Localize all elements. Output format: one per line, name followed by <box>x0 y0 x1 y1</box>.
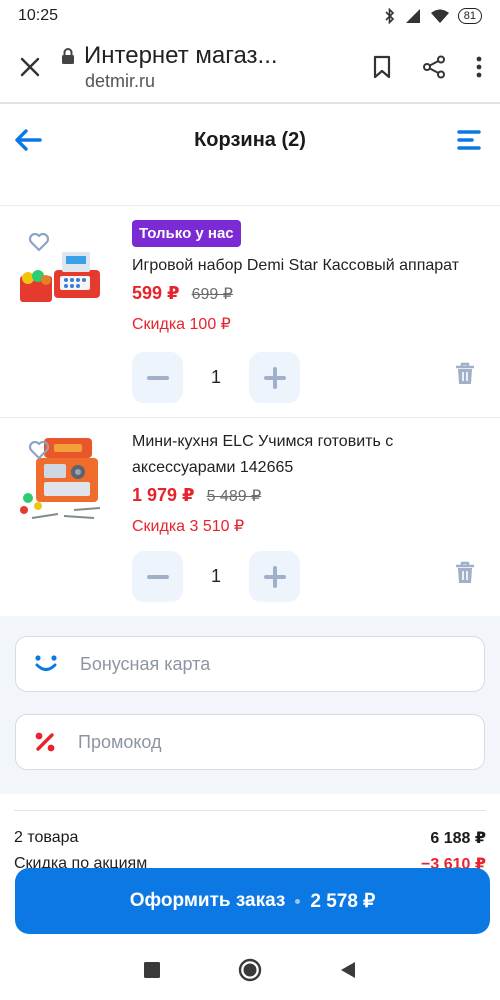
bluetooth-icon <box>385 8 394 24</box>
summary-goods-row: 2 товара 6 188 ₽ <box>14 825 486 851</box>
separator-dot <box>295 898 301 904</box>
cart-header: Корзина (2) <box>0 104 500 176</box>
product-name[interactable]: Игровой набор Demi Star Кассовый аппарат <box>132 253 486 279</box>
decrease-qty-button[interactable] <box>132 551 183 602</box>
wifi-icon <box>430 9 449 23</box>
status-icons: 81 <box>384 8 482 24</box>
page-title: Корзина (2) <box>194 128 306 151</box>
cart-options-area <box>0 616 500 794</box>
trash-icon[interactable] <box>454 362 476 386</box>
checkout-total: 2 578 ₽ <box>310 890 376 912</box>
lock-icon <box>62 48 74 64</box>
price-row: 599 ₽ 699 ₽ <box>132 283 486 304</box>
quantity-value: 1 <box>210 566 221 586</box>
cart-item: Только у нас Игровой набор Demi Star Кас… <box>0 205 500 417</box>
browser-toolbar: Интернет магаз... detmir.ru <box>0 32 500 102</box>
current-price: 1 979 ₽ <box>132 485 195 505</box>
close-icon <box>20 57 40 77</box>
quantity-stepper: 1 <box>132 352 300 403</box>
promo-code-input[interactable] <box>78 731 438 753</box>
status-bar: 10:25 81 <box>0 0 500 32</box>
bookmark-icon[interactable] <box>372 55 392 79</box>
quantity-value: 1 <box>210 367 221 387</box>
status-time: 10:25 <box>18 7 59 24</box>
increase-qty-button[interactable] <box>249 551 300 602</box>
signal-icon <box>405 9 420 23</box>
trash-icon[interactable] <box>454 561 476 585</box>
product-name[interactable]: Мини-кухня ELC Учимся готовить с аксессу… <box>132 429 486 481</box>
menu-icon[interactable] <box>456 129 482 151</box>
back-arrow-icon[interactable] <box>14 129 42 151</box>
old-price: 5 489 ₽ <box>206 488 262 505</box>
discount-label: Скидка 100 ₽ <box>132 316 231 333</box>
decrease-qty-button[interactable] <box>132 352 183 403</box>
plus-icon <box>263 366 286 389</box>
favorite-heart-icon[interactable] <box>28 440 50 460</box>
checkout-label: Оформить заказ <box>129 890 286 911</box>
close-button[interactable] <box>0 57 60 77</box>
back-nav-icon[interactable] <box>340 961 356 979</box>
system-nav-bar <box>0 940 500 1000</box>
recents-icon[interactable] <box>144 962 160 978</box>
more-icon[interactable] <box>476 56 482 78</box>
browser-title-block[interactable]: Интернет магаз... detmir.ru <box>60 42 372 92</box>
favorite-heart-icon[interactable] <box>28 232 50 252</box>
home-icon[interactable] <box>238 958 262 982</box>
browser-url: detmir.ru <box>85 71 156 91</box>
quantity-stepper: 1 <box>132 551 300 602</box>
product-info: Мини-кухня ELC Учимся готовить с аксессу… <box>132 429 486 536</box>
current-price: 599 ₽ <box>132 283 180 303</box>
browser-page-title: Интернет магаз... <box>84 42 278 69</box>
product-info: Только у нас Игровой набор Demi Star Кас… <box>132 220 486 334</box>
bonus-card-field[interactable] <box>15 636 485 692</box>
share-icon[interactable] <box>422 55 446 79</box>
smile-icon <box>35 655 57 671</box>
price-row: 1 979 ₽ 5 489 ₽ <box>132 485 486 506</box>
plus-icon <box>263 565 286 588</box>
old-price: 699 ₽ <box>191 286 233 303</box>
percent-icon <box>35 732 55 752</box>
promo-code-field[interactable] <box>15 714 485 770</box>
bonus-card-input[interactable] <box>80 653 440 675</box>
browser-actions <box>372 55 500 79</box>
increase-qty-button[interactable] <box>249 352 300 403</box>
order-summary: 2 товара 6 188 ₽ Скидка по акциям −3 610… <box>14 810 486 877</box>
cart-item: Мини-кухня ELC Учимся готовить с аксессу… <box>0 417 500 616</box>
minus-icon <box>146 375 169 380</box>
exclusive-badge: Только у нас <box>132 220 241 247</box>
checkout-button[interactable]: Оформить заказ 2 578 ₽ <box>15 868 490 934</box>
goods-total-value: 6 188 ₽ <box>430 830 486 847</box>
discount-label: Скидка 3 510 ₽ <box>132 518 245 535</box>
minus-icon <box>146 574 169 579</box>
battery-icon: 81 <box>457 8 482 24</box>
page: 10:25 81 Интернет магаз... detmir.ru Кор… <box>0 0 500 1000</box>
goods-count-label: 2 товара <box>14 829 79 846</box>
